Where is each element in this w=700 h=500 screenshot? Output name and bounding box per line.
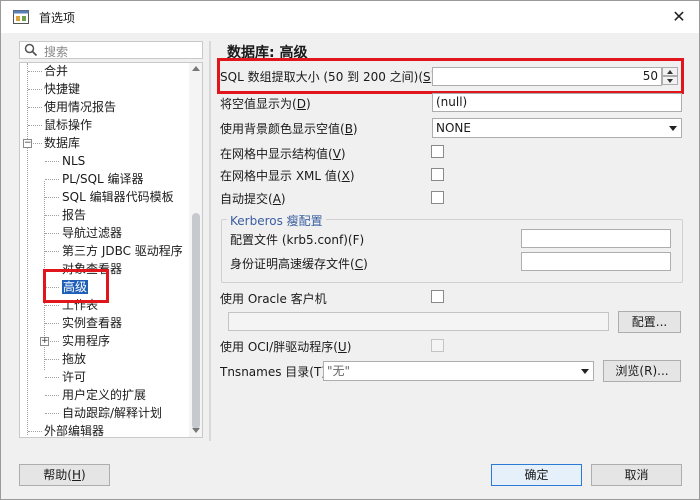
kerberos-config-input[interactable] <box>521 229 671 248</box>
app-icon <box>13 10 29 24</box>
panel-divider[interactable] <box>209 41 211 441</box>
tree-item-sql-code-templates[interactable]: SQL 编辑器代码模板 <box>62 188 174 206</box>
highlight-box-fetch-size <box>217 58 684 94</box>
cancel-button[interactable]: 取消 <box>591 464 682 486</box>
autocommit-label: 自动提交(A) <box>220 192 286 206</box>
tree-item-reports[interactable]: 报告 <box>62 206 86 224</box>
tree-item-usage-reporting[interactable]: 使用情况报告 <box>44 98 116 116</box>
bg-null-select[interactable]: NONE <box>432 118 682 138</box>
collapse-icon[interactable]: − <box>23 139 32 148</box>
chevron-down-icon <box>669 126 677 131</box>
preferences-dialog: 首选项 ✕ 搜索 合并 快捷键 使用情况报告 鼠标操作 − 数据库 NLS PL… <box>0 0 700 500</box>
oracle-client-label: 使用 Oracle 客户机 <box>220 292 327 306</box>
oracle-client-checkbox[interactable] <box>431 290 444 303</box>
ok-button[interactable]: 确定 <box>491 464 582 486</box>
highlight-box-tree <box>43 269 109 303</box>
search-input[interactable]: 搜索 <box>19 41 203 59</box>
oracle-client-path <box>228 312 609 331</box>
struct-grid-checkbox[interactable] <box>431 145 444 158</box>
config-button[interactable]: 配置... <box>618 311 681 333</box>
expand-icon[interactable]: + <box>40 337 49 346</box>
oci-label: 使用 OCI/胖驱动程序(U) <box>220 340 352 354</box>
tree-item-external-editor[interactable]: 外部编辑器 <box>44 422 104 437</box>
tree-item-instance-viewer[interactable]: 实例查看器 <box>62 314 122 332</box>
browse-button[interactable]: 浏览(R)... <box>603 360 681 382</box>
scroll-up-icon[interactable] <box>192 66 200 71</box>
tree-item-merge[interactable]: 合并 <box>44 63 68 80</box>
tree-item-nls[interactable]: NLS <box>62 152 85 170</box>
kerberos-cache-label: 身份证明高速缓存文件(C) <box>230 257 368 271</box>
search-icon <box>24 43 38 57</box>
tnsnames-label: Tnsnames 目录(T) <box>220 365 326 379</box>
window-title: 首选项 <box>39 11 76 25</box>
tree-item-license[interactable]: 许可 <box>62 368 86 386</box>
oci-checkbox[interactable] <box>431 339 444 352</box>
title-bar: 首选项 ✕ <box>1 1 699 33</box>
tree-item-navigation-filter[interactable]: 导航过滤器 <box>62 224 122 242</box>
tnsnames-select[interactable]: "无" <box>323 361 594 381</box>
kerberos-cache-input[interactable] <box>521 252 671 271</box>
xml-grid-label: 在网格中显示 XML 值(X) <box>220 169 355 183</box>
close-icon[interactable]: ✕ <box>667 5 691 29</box>
tree-item-shortcut-keys[interactable]: 快捷键 <box>44 80 80 98</box>
kerberos-config-label: 配置文件 (krb5.conf)(F) <box>230 233 365 247</box>
preferences-tree[interactable]: 合并 快捷键 使用情况报告 鼠标操作 − 数据库 NLS PL/SQL 编译器 … <box>19 62 203 438</box>
tree-item-third-party-jdbc[interactable]: 第三方 JDBC 驱动程序 <box>62 242 183 260</box>
tree-item-user-defined-extensions[interactable]: 用户定义的扩展 <box>62 386 146 404</box>
tree-item-plsql-compiler[interactable]: PL/SQL 编译器 <box>62 170 144 188</box>
help-button[interactable]: 帮助(H) <box>19 464 110 486</box>
scroll-down-icon[interactable] <box>192 428 200 433</box>
xml-grid-checkbox[interactable] <box>431 168 444 181</box>
tree-scrollbar[interactable] <box>189 63 202 437</box>
kerberos-group-title: Kerberos 瘦配置 <box>227 212 326 229</box>
dialog-body: 搜索 合并 快捷键 使用情况报告 鼠标操作 − 数据库 NLS PL/SQL 编… <box>1 33 699 499</box>
scrollbar-thumb[interactable] <box>192 213 200 429</box>
struct-grid-label: 在网格中显示结构值(V) <box>220 147 346 161</box>
bg-null-label: 使用背景颜色显示空值(B) <box>220 122 358 136</box>
chevron-down-icon <box>581 369 589 374</box>
null-display-input[interactable]: (null) <box>432 93 682 112</box>
tree-item-drag-drop[interactable]: 拖放 <box>62 350 86 368</box>
autocommit-checkbox[interactable] <box>431 191 444 204</box>
tree-item-mouse-actions[interactable]: 鼠标操作 <box>44 116 92 134</box>
tree-item-utilities[interactable]: 实用程序 <box>62 332 110 350</box>
tree-item-database[interactable]: 数据库 <box>44 134 80 152</box>
tree-item-autotrace[interactable]: 自动跟踪/解释计划 <box>62 404 162 422</box>
search-placeholder: 搜索 <box>44 45 69 59</box>
null-display-label: 将空值显示为(D) <box>220 97 311 111</box>
